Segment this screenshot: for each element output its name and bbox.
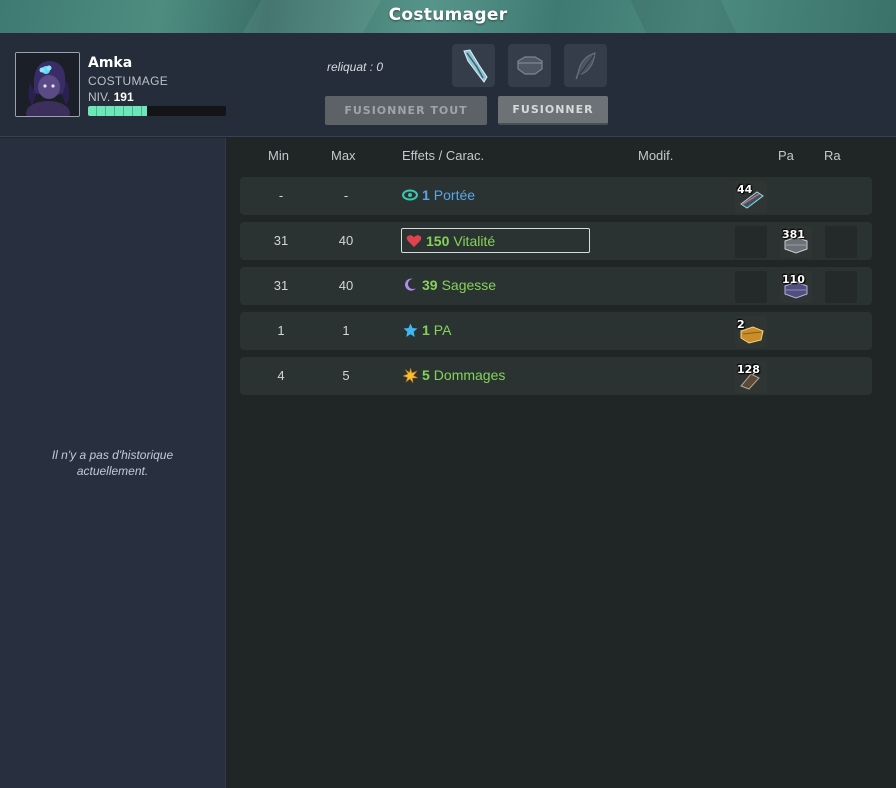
history-empty-text: Il n'y a pas d'historique actuellement. bbox=[51, 448, 174, 478]
effect-stat: Sagesse bbox=[441, 277, 497, 293]
header-panel: Amka COSTUMAGE NIV. 191 reliquat : 0 FUS… bbox=[0, 33, 896, 137]
feather-slot[interactable] bbox=[564, 44, 607, 87]
reliquat-label: reliquat : 0 bbox=[327, 60, 384, 74]
fuse-all-button[interactable]: FUSIONNER TOUT bbox=[325, 96, 487, 125]
xp-bar-fill bbox=[88, 106, 148, 116]
table-row[interactable]: 31 40 150 Vitalité 381 bbox=[240, 222, 872, 260]
moon-icon bbox=[402, 277, 418, 293]
effect-value: 5 bbox=[422, 367, 430, 383]
rune-count: 381 bbox=[782, 228, 805, 241]
row-effect: 1 PA bbox=[402, 322, 451, 338]
table-row[interactable]: 31 40 39 Sagesse 110 bbox=[240, 267, 872, 305]
hexagon-stone-slot[interactable] bbox=[508, 44, 551, 87]
avatar bbox=[15, 52, 80, 117]
column-modif: Modif. bbox=[638, 148, 674, 163]
pa-rune[interactable]: 44 bbox=[735, 181, 767, 213]
crystal-shard-icon bbox=[462, 48, 488, 83]
character-portrait-icon bbox=[16, 53, 79, 116]
row-max: 40 bbox=[338, 233, 354, 248]
row-min: 31 bbox=[273, 233, 289, 248]
level-label: NIV. bbox=[88, 90, 111, 104]
window-title: Costumager bbox=[388, 5, 508, 25]
row-min: 4 bbox=[277, 368, 285, 383]
table-row[interactable]: 1 1 1 PA 2 bbox=[240, 312, 872, 350]
column-effects: Effets / Carac. bbox=[402, 148, 485, 163]
level-value: 191 bbox=[113, 90, 134, 104]
character-level: NIV. 191 bbox=[88, 90, 134, 104]
column-min: Min bbox=[268, 148, 289, 163]
row-min: 1 bbox=[277, 323, 285, 338]
crystal-shard-slot[interactable] bbox=[452, 44, 495, 87]
pa-slot-empty bbox=[735, 226, 767, 258]
row-effect: 1 Portée bbox=[402, 187, 475, 203]
ra-slot-empty bbox=[825, 226, 857, 258]
row-effect: 5 Dommages bbox=[402, 367, 505, 383]
rune-count: 128 bbox=[737, 363, 760, 376]
effect-stat: Portée bbox=[433, 187, 476, 203]
column-ra: Ra bbox=[824, 148, 841, 163]
table-row[interactable]: - - 1 Portée 44 bbox=[240, 177, 872, 215]
effects-table: Min Max Effets / Carac. Modif. Pa Ra - -… bbox=[227, 138, 896, 788]
character-name: Amka bbox=[88, 55, 133, 71]
effect-value: 150 bbox=[426, 232, 450, 249]
ra-slot-empty bbox=[825, 271, 857, 303]
fuse-button[interactable]: FUSIONNER bbox=[498, 96, 608, 125]
history-panel: Il n'y a pas d'historique actuellement. bbox=[0, 138, 226, 788]
column-max: Max bbox=[331, 148, 356, 163]
rune-count: 44 bbox=[737, 183, 753, 196]
row-effect[interactable]: 150 Vitalité bbox=[401, 228, 590, 253]
row-effect: 39 Sagesse bbox=[402, 277, 496, 293]
row-min: - bbox=[278, 188, 284, 203]
effect-value: 39 bbox=[422, 277, 438, 293]
effect-value: 1 bbox=[422, 187, 430, 203]
row-max: 1 bbox=[342, 323, 350, 338]
pa-rune[interactable]: 128 bbox=[735, 361, 767, 393]
effect-stat: Vitalité bbox=[453, 232, 496, 249]
burst-icon bbox=[402, 367, 418, 383]
effect-stat: Dommages bbox=[433, 367, 506, 383]
xp-bar bbox=[88, 106, 226, 116]
feather-icon bbox=[575, 51, 596, 79]
heart-icon bbox=[406, 233, 422, 249]
effect-value: 1 bbox=[422, 322, 430, 338]
row-max: - bbox=[343, 188, 349, 203]
eye-icon bbox=[402, 187, 418, 203]
rune-count: 2 bbox=[737, 318, 745, 331]
row-max: 5 bbox=[342, 368, 350, 383]
hexagon-stone-icon bbox=[516, 55, 543, 75]
table-row[interactable]: 4 5 5 Dommages 128 bbox=[240, 357, 872, 395]
row-min: 31 bbox=[273, 278, 289, 293]
pa-rune[interactable]: 110 bbox=[780, 271, 812, 303]
title-bar: Costumager bbox=[0, 0, 896, 33]
rune-count: 110 bbox=[782, 273, 805, 286]
pa-slot-empty bbox=[735, 271, 767, 303]
row-max: 40 bbox=[338, 278, 354, 293]
column-pa: Pa bbox=[778, 148, 794, 163]
character-job: COSTUMAGE bbox=[88, 74, 169, 88]
star-icon bbox=[402, 322, 418, 338]
pa-rune[interactable]: 381 bbox=[780, 226, 812, 258]
effect-stat: PA bbox=[433, 322, 452, 338]
pa-rune[interactable]: 2 bbox=[735, 316, 767, 348]
